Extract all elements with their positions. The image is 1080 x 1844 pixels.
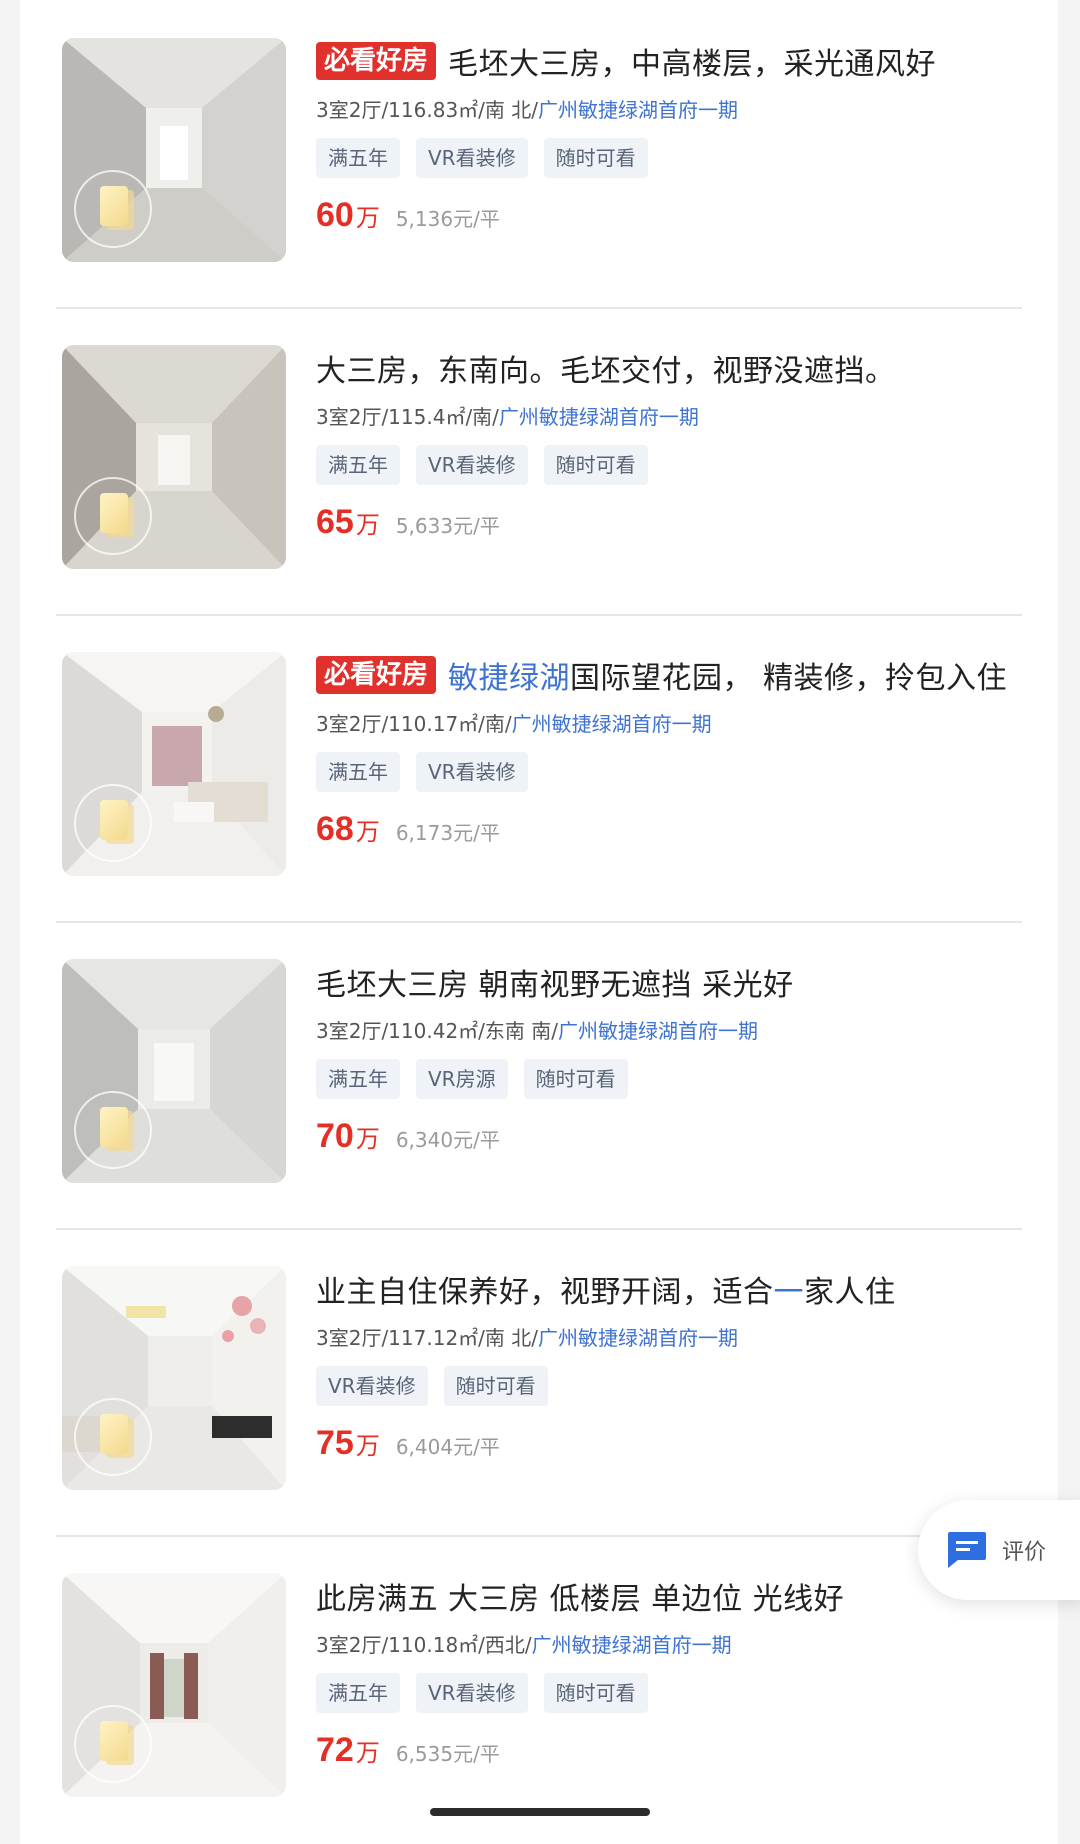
listing-photo[interactable]: [62, 38, 286, 262]
vr-icon: [74, 784, 152, 862]
tag: 随时可看: [543, 1673, 648, 1713]
price-unit: 万: [355, 1739, 380, 1767]
listing-photo[interactable]: [62, 1573, 286, 1797]
tag: 随时可看: [543, 445, 648, 485]
tag: VR看装修: [416, 138, 528, 178]
total-price: 60: [316, 196, 354, 234]
total-price: 70: [316, 1117, 354, 1155]
tag: 满五年: [316, 752, 400, 792]
vr-icon: [74, 1705, 152, 1783]
unit-price: 6,340元/平: [395, 1128, 500, 1152]
tag: 满五年: [316, 1673, 400, 1713]
listing-tags: 满五年 VR房源 随时可看: [316, 1059, 1022, 1099]
price-row: 75 万 6,404元/平: [316, 1424, 1022, 1463]
unit-price: 5,633元/平: [395, 514, 500, 538]
chat-icon: [944, 1530, 988, 1574]
listing-meta: 3室2厅/116.83㎡/南 北/广州敏捷绿湖首府一期: [316, 98, 739, 122]
listing-item[interactable]: 此房满五 大三房 低楼层 单边位 光线好 3室2厅/110.18㎡/西北/广州敏…: [56, 1535, 1022, 1842]
community-link[interactable]: 广州敏捷绿湖首府一期: [538, 98, 738, 122]
community-link[interactable]: 广州敏捷绿湖首府一期: [558, 1019, 758, 1043]
listing-meta: 3室2厅/110.18㎡/西北/广州敏捷绿湖首府一期: [316, 1633, 732, 1657]
listing-item[interactable]: 必看好房 毛坯大三房，中高楼层，采光通风好 3室2厅/116.83㎡/南 北/广…: [56, 0, 1022, 309]
listing-tags: 满五年 VR看装修 随时可看: [316, 445, 1022, 485]
tag: 随时可看: [543, 138, 648, 178]
tag: VR看装修: [416, 1673, 528, 1713]
listing-meta: 3室2厅/117.12㎡/南 北/广州敏捷绿湖首府一期: [316, 1326, 739, 1350]
vr-icon: [74, 477, 152, 555]
listing-item[interactable]: 业主自住保养好，视野开阔，适合一家人住 3室2厅/117.12㎡/南 北/广州敏…: [56, 1228, 1022, 1537]
tag: VR看装修: [416, 445, 528, 485]
tag: VR看装修: [416, 752, 528, 792]
price-row: 70 万 6,340元/平: [316, 1117, 1022, 1156]
community-link[interactable]: 广州敏捷绿湖首府一期: [512, 712, 712, 736]
price-unit: 万: [355, 511, 380, 539]
listing-item[interactable]: 大三房，东南向。毛坯交付，视野没遮挡。 3室2厅/115.4㎡/南/广州敏捷绿湖…: [56, 307, 1022, 616]
price-row: 60 万 5,136元/平: [316, 196, 1022, 235]
tag: 满五年: [316, 445, 400, 485]
home-indicator[interactable]: [430, 1808, 650, 1816]
listing-tags: 满五年 VR看装修 随时可看: [316, 1673, 1022, 1713]
must-see-badge: 必看好房: [316, 42, 437, 80]
unit-price: 5,136元/平: [395, 207, 500, 231]
listing-title[interactable]: 敏捷绿湖国际望花园， 精装修，拎包入住: [448, 653, 1007, 697]
listing-title[interactable]: 毛坯大三房 朝南视野无遮挡 采光好: [316, 960, 794, 1004]
vr-icon: [74, 170, 152, 248]
unit-price: 6,404元/平: [395, 1435, 500, 1459]
listing-photo[interactable]: [62, 652, 286, 876]
tag: 满五年: [316, 1059, 400, 1099]
total-price: 75: [316, 1424, 354, 1462]
must-see-badge: 必看好房: [316, 656, 437, 694]
community-link[interactable]: 广州敏捷绿湖首府一期: [532, 1633, 732, 1657]
unit-price: 6,535元/平: [395, 1742, 500, 1766]
community-link[interactable]: 广州敏捷绿湖首府一期: [499, 405, 699, 429]
price-unit: 万: [355, 1125, 380, 1153]
price-unit: 万: [355, 818, 380, 846]
tag: 满五年: [316, 138, 400, 178]
total-price: 65: [316, 503, 354, 541]
listing-photo[interactable]: [62, 959, 286, 1183]
listing-photo[interactable]: [62, 1266, 286, 1490]
tag: VR房源: [416, 1059, 508, 1099]
total-price: 72: [316, 1731, 354, 1769]
price-row: 72 万 6,535元/平: [316, 1731, 1022, 1770]
listing-item[interactable]: 必看好房 敏捷绿湖国际望花园， 精装修，拎包入住 3室2厅/110.17㎡/南/…: [56, 614, 1022, 923]
tag: 随时可看: [443, 1366, 548, 1406]
community-link[interactable]: 广州敏捷绿湖首府一期: [538, 1326, 738, 1350]
listing-title[interactable]: 毛坯大三房，中高楼层，采光通风好: [448, 39, 936, 83]
listing-tags: 满五年 VR看装修 随时可看: [316, 138, 1022, 178]
listing-title[interactable]: 业主自住保养好，视野开阔，适合一家人住: [316, 1267, 896, 1311]
total-price: 68: [316, 810, 354, 848]
listing-page: 必看好房 毛坯大三房，中高楼层，采光通风好 3室2厅/116.83㎡/南 北/广…: [20, 0, 1058, 1844]
listing-title[interactable]: 大三房，东南向。毛坯交付，视野没遮挡。: [316, 346, 896, 390]
listing-photo[interactable]: [62, 345, 286, 569]
tag: 随时可看: [523, 1059, 628, 1099]
listing-meta: 3室2厅/110.17㎡/南/广州敏捷绿湖首府一期: [316, 712, 712, 736]
listing-tags: 满五年 VR看装修: [316, 752, 1022, 792]
listing-item[interactable]: 毛坯大三房 朝南视野无遮挡 采光好 3室2厅/110.42㎡/东南 南/广州敏捷…: [56, 921, 1022, 1230]
vr-icon: [74, 1398, 152, 1476]
listing-tags: VR看装修 随时可看: [316, 1366, 1022, 1406]
price-unit: 万: [355, 1432, 380, 1460]
vr-icon: [74, 1091, 152, 1169]
feedback-label: 评价: [1002, 1540, 1047, 1565]
price-unit: 万: [355, 204, 380, 232]
listing-meta: 3室2厅/110.42㎡/东南 南/广州敏捷绿湖首府一期: [316, 1019, 759, 1043]
feedback-button[interactable]: 评价: [918, 1500, 1080, 1600]
price-row: 68 万 6,173元/平: [316, 810, 1022, 849]
price-row: 65 万 5,633元/平: [316, 503, 1022, 542]
tag: VR看装修: [316, 1366, 428, 1406]
unit-price: 6,173元/平: [395, 821, 500, 845]
listing-title[interactable]: 此房满五 大三房 低楼层 单边位 光线好: [316, 1574, 844, 1618]
listing-meta: 3室2厅/115.4㎡/南/广州敏捷绿湖首府一期: [316, 405, 699, 429]
